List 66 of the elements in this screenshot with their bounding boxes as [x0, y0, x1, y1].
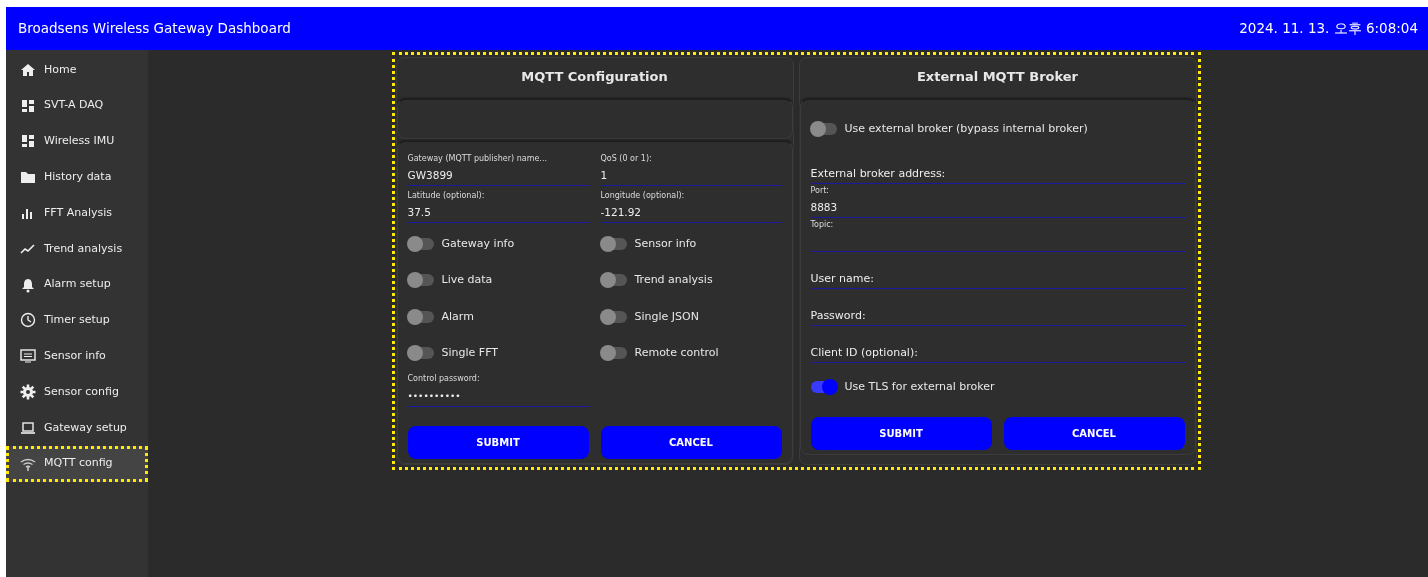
settings-icon: [20, 384, 36, 401]
sidebar-item[interactable]: FFT Analysis: [6, 195, 148, 231]
toggle-label: Live data: [441, 272, 493, 288]
toggle-label: Single FFT: [441, 345, 498, 361]
field-label: Topic:: [810, 219, 835, 231]
field-label: Port:: [810, 185, 831, 197]
sidebar-item[interactable]: Timer setup: [6, 302, 148, 339]
input-field[interactable]: External broker address:: [810, 165, 1185, 184]
toggle-label: Use external broker (bypass internal broker): [844, 120, 1088, 137]
toggle-switch[interactable]: [407, 237, 434, 250]
toggle-label: Trend analysis: [634, 272, 713, 288]
sidebar-item[interactable]: MQTT config: [6, 445, 148, 482]
screen-icon: [20, 348, 36, 365]
input-field[interactable]: User name:: [810, 270, 1185, 289]
toggle-switch[interactable]: [407, 310, 434, 323]
input-field[interactable]: Client ID (optional):: [810, 344, 1185, 363]
input-field[interactable]: 8883: [810, 199, 1185, 218]
input-field[interactable]: ••••••••••: [407, 387, 589, 407]
field-label: QoS (0 or 1):: [600, 152, 653, 165]
sidebar-item[interactable]: Sensor info: [6, 338, 148, 375]
field-label: Latitude (optional):: [407, 189, 486, 202]
bell-icon: [20, 276, 36, 293]
toggle-switch[interactable]: [600, 310, 627, 323]
input-field[interactable]: Password:: [810, 307, 1185, 326]
folder-icon: [20, 169, 36, 186]
toggle-switch[interactable]: [600, 237, 627, 250]
dashboard-icon: [20, 97, 36, 114]
sidebar-item[interactable]: Wireless IMU: [6, 123, 148, 160]
input-field[interactable]: -121.92: [600, 203, 782, 223]
sidebar-item[interactable]: Home: [6, 52, 148, 88]
toggle-switch[interactable]: [600, 347, 627, 360]
toggle-label: Use TLS for external broker: [844, 379, 995, 395]
submit-button[interactable]: SUBMIT: [810, 416, 992, 450]
sidebar-item[interactable]: Trend analysis: [6, 231, 148, 267]
toggle-label: Gateway info: [441, 235, 515, 252]
submit-button[interactable]: SUBMIT: [407, 425, 589, 459]
panel-title: MQTT Configuration: [520, 68, 669, 86]
toggle-label: Alarm: [441, 308, 474, 325]
cancel-button[interactable]: CANCEL: [600, 425, 782, 459]
sidebar-item[interactable]: Sensor config: [6, 374, 148, 410]
laptop-icon: [20, 419, 36, 436]
home-icon: [20, 61, 36, 78]
field-label: Gateway (MQTT publisher) name...: [407, 152, 548, 165]
toggle-switch[interactable]: [600, 274, 627, 287]
input-field[interactable]: GW3899: [407, 166, 589, 186]
toggle-switch[interactable]: [407, 347, 434, 360]
field-label: Longitude (optional):: [600, 189, 686, 202]
toggle-switch[interactable]: [810, 381, 837, 394]
toggle-label: Sensor info: [634, 235, 697, 252]
clock-icon: [20, 312, 36, 329]
sidebar-item[interactable]: Alarm setup: [6, 266, 148, 303]
input-field[interactable]: 1: [600, 166, 782, 186]
sidebar-item[interactable]: SVT-A DAQ: [6, 87, 148, 124]
dashboard-icon: [20, 133, 36, 150]
toggle-switch[interactable]: [810, 122, 837, 135]
app-title: Broadsens Wireless Gateway Dashboard: [18, 19, 291, 39]
date-time: 2024. 11. 13. 오후 6:08:04: [1239, 19, 1418, 39]
field-label: Control password:: [407, 372, 481, 385]
toggle-label: Single JSON: [634, 308, 699, 325]
input-field[interactable]: 37.5: [407, 203, 589, 223]
sidebar-item[interactable]: History data: [6, 159, 148, 196]
toggle-label: Remote control: [634, 345, 719, 361]
toggle-switch[interactable]: [407, 274, 434, 287]
panel-title: External MQTT Broker: [915, 68, 1079, 86]
cancel-button[interactable]: CANCEL: [1003, 416, 1185, 450]
sidebar-item[interactable]: Gateway setup: [6, 409, 148, 446]
